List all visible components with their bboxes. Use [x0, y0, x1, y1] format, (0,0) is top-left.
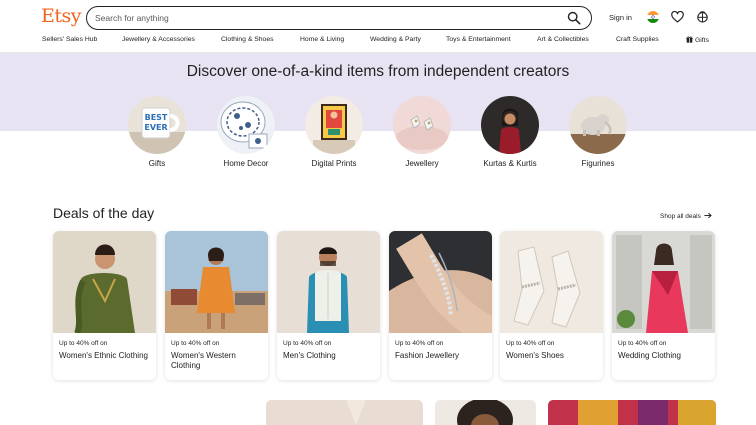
sign-in-link[interactable]: Sign in: [609, 13, 632, 22]
deal-card-discount: Up to 40% off on: [283, 340, 332, 347]
deals-section-title: Deals of the day: [53, 205, 155, 221]
site-header: Etsy Sign in Sellers' Sales Hub Jeweller…: [0, 0, 756, 52]
deal-card-mens-clothing[interactable]: Up to 40% off on Men's Clothing: [277, 231, 380, 380]
nav-item-wedding-party[interactable]: Wedding & Party: [370, 36, 421, 43]
promo-image-left[interactable]: [266, 400, 423, 425]
arrow-right-icon: [704, 212, 712, 219]
nav-item-toys-entertainment[interactable]: Toys & Entertainment: [446, 36, 511, 43]
category-gifts[interactable]: BEST EVER Gifts: [127, 96, 187, 168]
category-digital-prints-image: [305, 96, 363, 154]
nav-item-clothing-shoes[interactable]: Clothing & Shoes: [221, 36, 274, 43]
svg-text:BEST: BEST: [145, 113, 168, 122]
category-home-decor[interactable]: Home Decor: [216, 96, 276, 168]
search-icon[interactable]: [567, 11, 581, 25]
category-figurines[interactable]: Figurines: [568, 96, 628, 168]
deal-card-name: Wedding Clothing: [618, 351, 682, 360]
shop-all-deals-link[interactable]: Shop all deals: [660, 212, 712, 220]
nav-item-jewellery-accessories[interactable]: Jewellery & Accessories: [122, 36, 195, 43]
deal-card-image: [612, 231, 715, 333]
category-figurines-image: [569, 96, 627, 154]
category-kurtas-kurtis[interactable]: Kurtas & Kurtis: [480, 96, 540, 168]
deal-card-image: [500, 231, 603, 333]
deal-card-image: [277, 231, 380, 333]
category-home-decor-image: [217, 96, 275, 154]
search-bar[interactable]: [86, 6, 592, 30]
deal-card-name: Fashion Jewellery: [395, 351, 460, 360]
deal-card-discount: Up to 40% off on: [59, 340, 108, 347]
category-figurines-label: Figurines: [581, 159, 615, 168]
category-kurtas-kurtis-label: Kurtas & Kurtis: [483, 159, 537, 168]
india-flag-icon[interactable]: [647, 11, 659, 23]
deal-card-womens-western[interactable]: Up to 40% off on Women's Western Clothin…: [165, 231, 268, 380]
etsy-logo[interactable]: Etsy: [41, 5, 82, 27]
gift-icon: [686, 36, 693, 43]
deal-card-image: [165, 231, 268, 333]
nav-item-gifts[interactable]: Gifts: [686, 36, 709, 44]
heart-icon[interactable]: [671, 11, 684, 23]
svg-text:EVER: EVER: [144, 123, 167, 132]
hero-title: Discover one-of-a-kind items from indepe…: [186, 63, 570, 80]
category-jewellery-image: [393, 96, 451, 154]
deal-card-discount: Up to 40% off on: [171, 340, 220, 347]
category-gifts-label: Gifts: [148, 159, 166, 168]
deal-card-image: [53, 231, 156, 333]
deal-card-name: Women's Ethnic Clothing: [59, 351, 148, 360]
nav-item-gifts-label: Gifts: [695, 37, 709, 44]
deal-card-name: Women's Western Clothing: [171, 351, 236, 370]
deal-card-image: [389, 231, 492, 333]
category-digital-prints[interactable]: Digital Prints: [304, 96, 364, 168]
deal-card-discount: Up to 40% off on: [395, 340, 444, 347]
promo-image-middle[interactable]: [435, 400, 536, 425]
category-nav: Sellers' Sales Hub Jewellery & Accessori…: [0, 33, 756, 49]
nav-item-art-collectibles[interactable]: Art & Collectibles: [537, 36, 589, 43]
shop-all-deals-label: Shop all deals: [660, 213, 701, 220]
nav-item-home-living[interactable]: Home & Living: [300, 36, 344, 43]
category-jewellery-label: Jewellery: [405, 159, 439, 168]
deal-card-wedding-clothing[interactable]: Up to 40% off on Wedding Clothing: [612, 231, 715, 380]
deal-card-name: Women's Shoes: [506, 351, 564, 360]
cart-icon[interactable]: [696, 10, 709, 23]
deal-card-womens-ethnic[interactable]: Up to 40% off on Women's Ethnic Clothing: [53, 231, 156, 380]
deal-card-fashion-jewellery[interactable]: Up to 40% off on Fashion Jewellery: [389, 231, 492, 380]
category-home-decor-label: Home Decor: [223, 159, 269, 168]
category-kurtas-kurtis-image: [481, 96, 539, 154]
category-digital-prints-label: Digital Prints: [311, 159, 357, 168]
category-jewellery[interactable]: Jewellery: [392, 96, 452, 168]
deal-card-name: Men's Clothing: [283, 351, 336, 360]
deal-card-discount: Up to 40% off on: [506, 340, 555, 347]
search-input[interactable]: [95, 11, 535, 25]
promo-image-right[interactable]: [548, 400, 716, 425]
deal-card-discount: Up to 40% off on: [618, 340, 667, 347]
deal-card-womens-shoes[interactable]: Up to 40% off on Women's Shoes: [500, 231, 603, 380]
category-gifts-image: BEST EVER: [128, 96, 186, 154]
nav-item-sellers-sales-hub[interactable]: Sellers' Sales Hub: [42, 36, 97, 43]
nav-item-craft-supplies[interactable]: Craft Supplies: [616, 36, 659, 43]
